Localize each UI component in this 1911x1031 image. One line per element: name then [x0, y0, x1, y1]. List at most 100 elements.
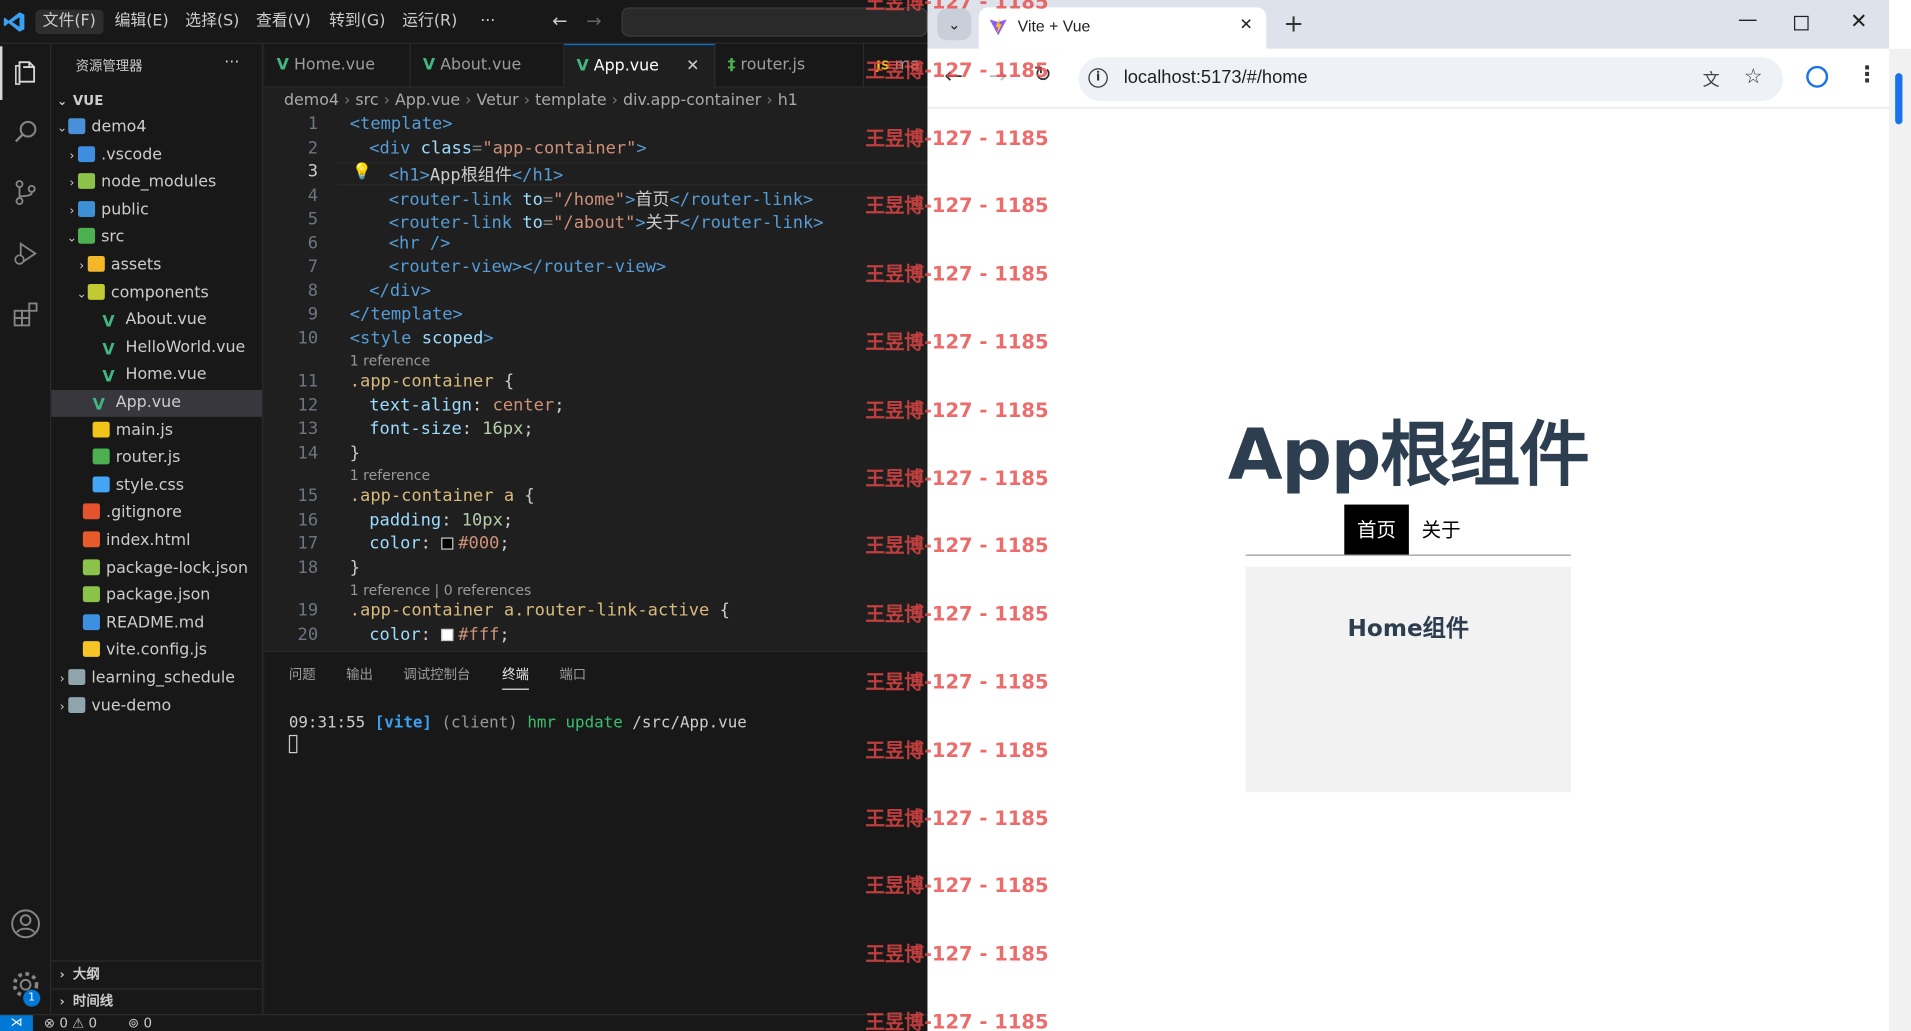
code-editor[interactable]: 💡 1 <template> 2 <div class="app-container"… — [264, 115, 928, 651]
code-line[interactable]: text-align: center; — [350, 395, 564, 415]
nav-link-about[interactable]: 关于 — [1409, 505, 1474, 555]
ports-status[interactable]: ⊚ 0 — [128, 1015, 152, 1031]
tree-item[interactable]: index.html — [51, 528, 262, 555]
close-tab-icon[interactable]: ✕ — [686, 45, 699, 89]
tree-item[interactable]: README.md — [51, 610, 262, 637]
tree-item[interactable]: V About.vue — [51, 307, 262, 334]
tree-item[interactable]: › vue-demo — [51, 693, 262, 720]
close-window-icon[interactable]: ✕ — [1850, 10, 1867, 34]
codelens-references[interactable]: 1 reference — [350, 352, 430, 369]
menu-selection[interactable]: 选择(S) — [178, 10, 247, 34]
breadcrumb-item[interactable]: App.vue — [395, 91, 460, 109]
tree-item[interactable]: ⌄ components — [51, 280, 262, 307]
new-tab-icon[interactable]: + — [1283, 9, 1303, 38]
menu-run[interactable]: 运行(R) — [395, 10, 465, 34]
tree-item[interactable]: package-lock.json — [51, 555, 262, 582]
code-line[interactable]: <template> — [350, 115, 453, 135]
code-line[interactable]: </div> — [350, 281, 431, 301]
color-swatch[interactable] — [441, 537, 454, 550]
tree-item[interactable]: package.json — [51, 583, 262, 610]
tree-item[interactable]: V App.vue — [51, 390, 263, 417]
panel-tab-terminal[interactable]: 终端 — [502, 664, 529, 690]
color-swatch[interactable] — [441, 628, 454, 641]
code-line[interactable]: <div class="app-container"> — [350, 138, 646, 158]
code-line[interactable]: <router-view></router-view> — [350, 257, 666, 277]
breadcrumb-item[interactable]: src — [355, 91, 378, 109]
tree-item[interactable]: › learning_schedule — [51, 665, 262, 692]
tree-item[interactable]: V HelloWorld.vue — [51, 335, 262, 362]
code-line[interactable]: color: #000; — [350, 534, 509, 554]
breadcrumb-item[interactable]: Vetur — [477, 91, 519, 109]
panel-tab-ports[interactable]: 端口 — [559, 664, 586, 684]
url-text[interactable]: localhost:5173/#/home — [1124, 67, 1308, 88]
tree-item[interactable]: › node_modules — [51, 170, 262, 197]
code-line[interactable]: .app-container { — [350, 372, 514, 392]
menu-edit[interactable]: 编辑(E) — [107, 10, 176, 34]
breadcrumb-item[interactable]: template — [535, 91, 607, 109]
accounts-icon[interactable] — [0, 897, 51, 951]
minimize-icon[interactable]: — — [1738, 7, 1758, 30]
tree-item[interactable]: .gitignore — [51, 500, 262, 527]
tree-item[interactable]: › public — [51, 197, 262, 224]
bookmark-star-icon[interactable]: ☆ — [1744, 65, 1763, 89]
menu-file[interactable]: 文件(F) — [35, 9, 104, 35]
code-line[interactable]: <style scoped> — [350, 328, 494, 348]
code-line[interactable]: <hr /> — [350, 233, 451, 253]
breadcrumb-item[interactable]: demo4 — [284, 91, 339, 109]
nav-forward-icon[interactable]: → — [586, 10, 601, 32]
source-control-icon[interactable] — [0, 166, 51, 220]
code-line[interactable]: <router-link to="/home">首页</router-link> — [350, 186, 814, 210]
explorer-more-button[interactable]: ··· — [224, 54, 239, 72]
tab-app-vue[interactable]: V App.vue ✕ — [564, 43, 716, 89]
workspace-header[interactable]: ⌄ VUE — [51, 88, 262, 115]
codelens-references[interactable]: 1 reference | 0 references — [350, 581, 532, 598]
tree-item[interactable]: vite.config.js — [51, 638, 262, 665]
code-line[interactable]: padding: 10px; — [350, 510, 513, 530]
tree-item[interactable]: ⌄ demo4 — [51, 115, 262, 142]
extensions-icon[interactable] — [0, 288, 51, 342]
translate-icon[interactable]: ⽂ — [1703, 67, 1720, 91]
menu-more[interactable]: ··· — [473, 10, 503, 34]
code-line[interactable]: .app-container a.router-link-active { — [350, 601, 730, 621]
tree-item[interactable]: › assets — [51, 252, 262, 279]
tree-item[interactable]: ⌄ src — [51, 225, 262, 252]
run-debug-icon[interactable] — [0, 227, 51, 281]
code-line[interactable]: </template> — [350, 305, 463, 325]
tab-router-js[interactable]: ‡ router.js — [715, 43, 865, 88]
search-icon[interactable] — [0, 105, 51, 159]
nav-back-icon[interactable]: ← — [552, 10, 567, 32]
panel-tab-output[interactable]: 输出 — [346, 664, 373, 684]
explorer-icon[interactable] — [0, 46, 51, 100]
code-line[interactable]: <router-link to="/about">关于</router-link… — [350, 210, 824, 234]
menu-go[interactable]: 转到(G) — [322, 10, 393, 34]
breadcrumb-item[interactable]: h1 — [778, 91, 798, 109]
panel-tab-problems[interactable]: 问题 — [289, 664, 316, 684]
panel-tab-debug-console[interactable]: 调试控制台 — [403, 664, 470, 684]
timeline-section[interactable]: › 时间线 — [51, 988, 262, 1014]
code-line[interactable]: } — [350, 443, 360, 463]
tab-home-vue[interactable]: V Home.vue — [264, 43, 411, 88]
profile-icon[interactable] — [1806, 65, 1829, 88]
scrollbar[interactable] — [1889, 48, 1911, 1031]
breadcrumb-item[interactable]: div.app-container — [623, 91, 761, 109]
site-info-icon[interactable]: i — [1088, 68, 1108, 88]
tree-item[interactable]: main.js — [51, 418, 262, 445]
remote-icon[interactable]: ⋊ — [0, 1015, 33, 1031]
nav-link-home[interactable]: 首页 — [1344, 504, 1409, 555]
tree-item[interactable]: V Home.vue — [51, 362, 262, 389]
address-bar[interactable]: i localhost:5173/#/home ⽂ ☆ — [1078, 57, 1784, 102]
codelens-references[interactable]: 1 reference — [350, 467, 430, 484]
outline-section[interactable]: › 大纲 — [51, 962, 262, 989]
tree-item[interactable]: › .vscode — [51, 142, 262, 169]
menu-view[interactable]: 查看(V) — [249, 10, 319, 34]
terminal-output[interactable]: 09:31:55 [vite] (client) hmr update /src… — [289, 714, 747, 732]
close-tab-icon[interactable]: ✕ — [1239, 16, 1252, 34]
tree-item[interactable]: style.css — [51, 473, 262, 500]
tree-item[interactable]: router.js — [51, 445, 262, 472]
maximize-icon[interactable] — [1794, 15, 1809, 31]
problems-status[interactable]: ⊗ 0 ⚠ 0 — [44, 1015, 97, 1031]
tab-about-vue[interactable]: V About.vue — [411, 43, 565, 88]
code-line[interactable]: } — [350, 558, 360, 578]
menu-kebab-icon[interactable]: ⋮ — [1856, 62, 1878, 88]
code-line[interactable]: color: #fff; — [350, 625, 509, 645]
